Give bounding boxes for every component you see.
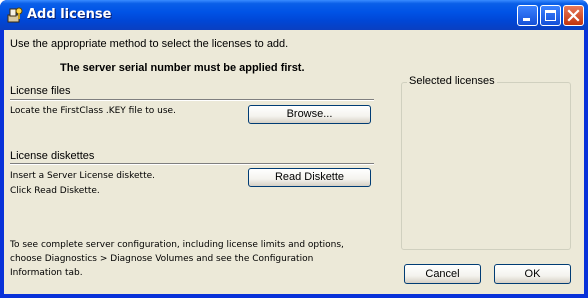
selected-licenses-group: Selected licenses bbox=[401, 75, 571, 250]
diskette-instruction-click: Click Read Diskette. bbox=[10, 186, 100, 196]
read-diskette-button[interactable]: Read Diskette bbox=[248, 168, 371, 187]
cancel-button[interactable]: Cancel bbox=[404, 264, 481, 284]
window-title: Add license bbox=[27, 7, 112, 22]
maximize-button[interactable] bbox=[540, 5, 561, 26]
footer-note-line-1: To see complete server configuration, in… bbox=[10, 240, 344, 250]
footer-note-line-3: Information tab. bbox=[10, 268, 83, 278]
license-files-instruction: Locate the FirstClass .KEY file to use. bbox=[10, 106, 176, 116]
license-files-heading: License files bbox=[10, 85, 71, 97]
browse-button[interactable]: Browse... bbox=[248, 105, 371, 124]
minimize-button[interactable] bbox=[517, 5, 538, 26]
ok-button[interactable]: OK bbox=[494, 264, 571, 284]
license-files-divider bbox=[10, 99, 374, 101]
title-bar[interactable]: Add license bbox=[0, 0, 588, 30]
license-diskettes-divider bbox=[10, 163, 374, 165]
warning-text: The server serial number must be applied… bbox=[60, 62, 305, 74]
dialog-window: Add license Use the appropriate method t… bbox=[0, 0, 588, 298]
close-icon bbox=[567, 9, 580, 22]
selected-licenses-list[interactable] bbox=[402, 83, 570, 249]
license-diskettes-heading: License diskettes bbox=[10, 150, 95, 162]
footer-note-line-2: choose Diagnostics > Diagnose Volumes an… bbox=[10, 254, 314, 264]
minimize-icon bbox=[523, 18, 530, 21]
dialog-body: Use the appropriate method to select the… bbox=[4, 30, 584, 294]
close-button[interactable] bbox=[563, 5, 584, 26]
maximize-icon bbox=[545, 10, 556, 21]
intro-text: Use the appropriate method to select the… bbox=[10, 38, 289, 50]
diskette-instruction-insert: Insert a Server License diskette. bbox=[10, 171, 156, 181]
app-icon bbox=[6, 6, 24, 24]
